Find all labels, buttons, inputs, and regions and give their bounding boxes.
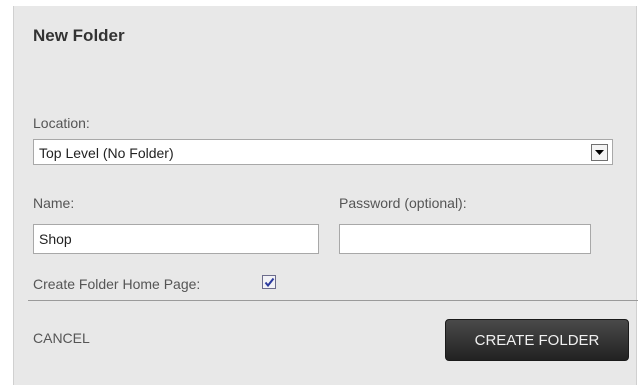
password-input[interactable] (339, 224, 591, 254)
checkmark-icon (264, 277, 275, 288)
divider (28, 300, 638, 301)
name-input[interactable] (33, 224, 319, 254)
new-folder-dialog: New Folder Location: Top Level (No Folde… (13, 6, 638, 385)
create-folder-button[interactable]: CREATE FOLDER (445, 319, 629, 361)
chevron-down-icon[interactable] (591, 144, 608, 161)
home-page-checkbox[interactable] (262, 275, 276, 289)
password-label: Password (optional): (339, 195, 467, 211)
dialog-title: New Folder (33, 26, 125, 45)
name-label: Name: (33, 195, 75, 211)
cancel-button[interactable]: CANCEL (33, 330, 90, 346)
location-label: Location: (33, 115, 90, 131)
location-select-value: Top Level (No Folder) (39, 145, 174, 161)
location-select[interactable]: Top Level (No Folder) (33, 139, 613, 165)
home-page-label: Create Folder Home Page: (33, 276, 201, 292)
